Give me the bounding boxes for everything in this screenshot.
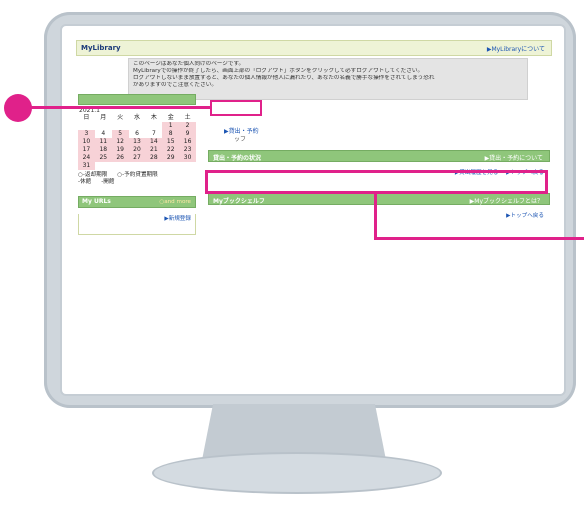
calendar-weekday: 火	[117, 114, 124, 121]
calendar-day[interactable]: 19	[111, 146, 129, 154]
tab-sub-label: ッフ	[234, 136, 247, 143]
calendar-day[interactable]: 6	[129, 130, 146, 138]
calendar-weekday: 日	[83, 114, 90, 121]
calendar-day[interactable]: 24	[78, 154, 95, 162]
calendar-day[interactable]: 12	[111, 138, 129, 146]
header-bar: MyLibrary ▶MyLibraryについて	[76, 40, 552, 56]
myurls-header: My URLs ○and more	[78, 196, 196, 208]
calendar-day[interactable]: 8	[162, 130, 180, 138]
monitor-screen: MyLibrary ▶MyLibraryについて このページはあなた個人向けのペ…	[60, 24, 566, 396]
bookshelf-links: ▶トップへ戻る	[500, 211, 544, 219]
calendar-day[interactable]: 11	[94, 138, 112, 146]
calendar-day[interactable]: 20	[128, 146, 146, 154]
calendar-header	[78, 94, 196, 105]
calendar-day[interactable]: 26	[111, 154, 129, 162]
legend-closed: -休館	[78, 179, 92, 185]
calendar-day[interactable]: 27	[128, 154, 146, 162]
calendar-day[interactable]: 21	[145, 146, 163, 154]
calendar-days: 1 2 3 4 5 6 7 8 9 10 11 12 13 14 15 16 17 18 19 20 21 22 23 24 2…	[78, 122, 196, 170]
notice-line: ログアウトしないまま放置すると、あなたの個人情報が他人に漏れたり、あなたの名義で…	[133, 75, 435, 81]
highlight-lend-reserve-tab	[210, 100, 262, 116]
highlight-bookshelf-bar	[205, 170, 548, 194]
calendar-day[interactable]: 2	[179, 122, 196, 130]
calendar-day[interactable]: 3	[78, 130, 95, 138]
callout-line	[20, 106, 210, 109]
status-about-link[interactable]: ▶貸出・予約について	[485, 153, 543, 162]
status-section-title: 貸出・予約の状況	[213, 155, 262, 162]
callout-line	[374, 237, 584, 240]
calendar-legend: ○-返却期限 ○-予約貸置期限 -休館 -開館	[78, 172, 196, 186]
legend-open: -開館	[101, 179, 115, 185]
calendar-day[interactable]: 18	[94, 146, 112, 154]
calendar-weekday: 木	[150, 114, 157, 121]
calendar-day[interactable]: 4	[95, 130, 112, 138]
callout-connector	[374, 192, 377, 240]
calendar-day	[112, 122, 129, 130]
bookshelf-back-to-top-link[interactable]: ▶トップへ戻る	[506, 213, 544, 219]
calendar-day[interactable]: 10	[78, 138, 95, 146]
calendar-day[interactable]: 13	[128, 138, 146, 146]
mylibrary-page: MyLibrary ▶MyLibraryについて このページはあなた個人向けのペ…	[76, 40, 552, 380]
calendar-weekday: 水	[133, 114, 140, 121]
calendar-day[interactable]: 1	[162, 122, 180, 130]
bookshelf-about-link[interactable]: ▶Myブックシェルフとは？	[470, 196, 543, 205]
myurls-box: ▶新規登録	[78, 214, 196, 235]
calendar-day[interactable]: 16	[179, 138, 196, 146]
calendar-day	[145, 122, 162, 130]
status-section-bar: 貸出・予約の状況 ▶貸出・予約について	[208, 150, 550, 162]
calendar-day[interactable]: 5	[111, 130, 129, 138]
notice-line: がありますのでご注意ください。	[133, 82, 217, 88]
bookshelf-section-title: Myブックシェルフ	[213, 198, 265, 205]
calendar-day[interactable]: 7	[145, 130, 162, 138]
monitor-base	[152, 452, 442, 494]
left-column: 2021.1 日月火水木金土 1 2 3 4 5 6 7 8 9 10 11 12 13 14 15 16 17…	[78, 94, 196, 235]
myurls-title: My URLs	[82, 198, 111, 205]
new-url-link[interactable]: ▶新規登録	[79, 214, 195, 222]
calendar-day[interactable]: 22	[162, 146, 180, 154]
calendar-day[interactable]: 9	[179, 130, 196, 138]
calendar-day[interactable]: 30	[179, 154, 196, 162]
calendar-day[interactable]: 23	[179, 146, 196, 154]
calendar-day[interactable]: 31	[78, 162, 95, 170]
calendar-day[interactable]: 25	[94, 154, 112, 162]
calendar-day[interactable]: 29	[162, 154, 180, 162]
calendar-day[interactable]: 14	[145, 138, 163, 146]
calendar-day[interactable]: 17	[78, 146, 95, 154]
about-mylibrary-link[interactable]: ▶MyLibraryについて	[487, 44, 545, 53]
calendar-weekday: 土	[184, 114, 191, 121]
calendar-day	[95, 122, 112, 130]
calendar-weekdays: 日月火水木金土	[78, 114, 196, 122]
calendar-weekday: 月	[100, 114, 107, 121]
calendar-day[interactable]: 15	[162, 138, 180, 146]
myurls-more-link[interactable]: ○and more	[159, 197, 191, 207]
notice-line: MyLibraryでの操作が終了したら、画面上部の「ログアウト」ボタンをクリック…	[133, 68, 424, 74]
page-title: MyLibrary	[81, 44, 121, 52]
calendar-day[interactable]: 28	[145, 154, 163, 162]
bookshelf-section-bar: Myブックシェルフ ▶Myブックシェルフとは？	[208, 193, 550, 205]
notice-line: このページはあなた個人向けのページです。	[133, 61, 245, 67]
legend-reserve-due: ○-予約貸置期限	[117, 172, 158, 178]
legend-return-due: ○-返却期限	[78, 172, 108, 178]
calendar-day	[78, 122, 95, 130]
calendar-weekday: 金	[167, 114, 174, 121]
calendar-day	[129, 122, 146, 130]
